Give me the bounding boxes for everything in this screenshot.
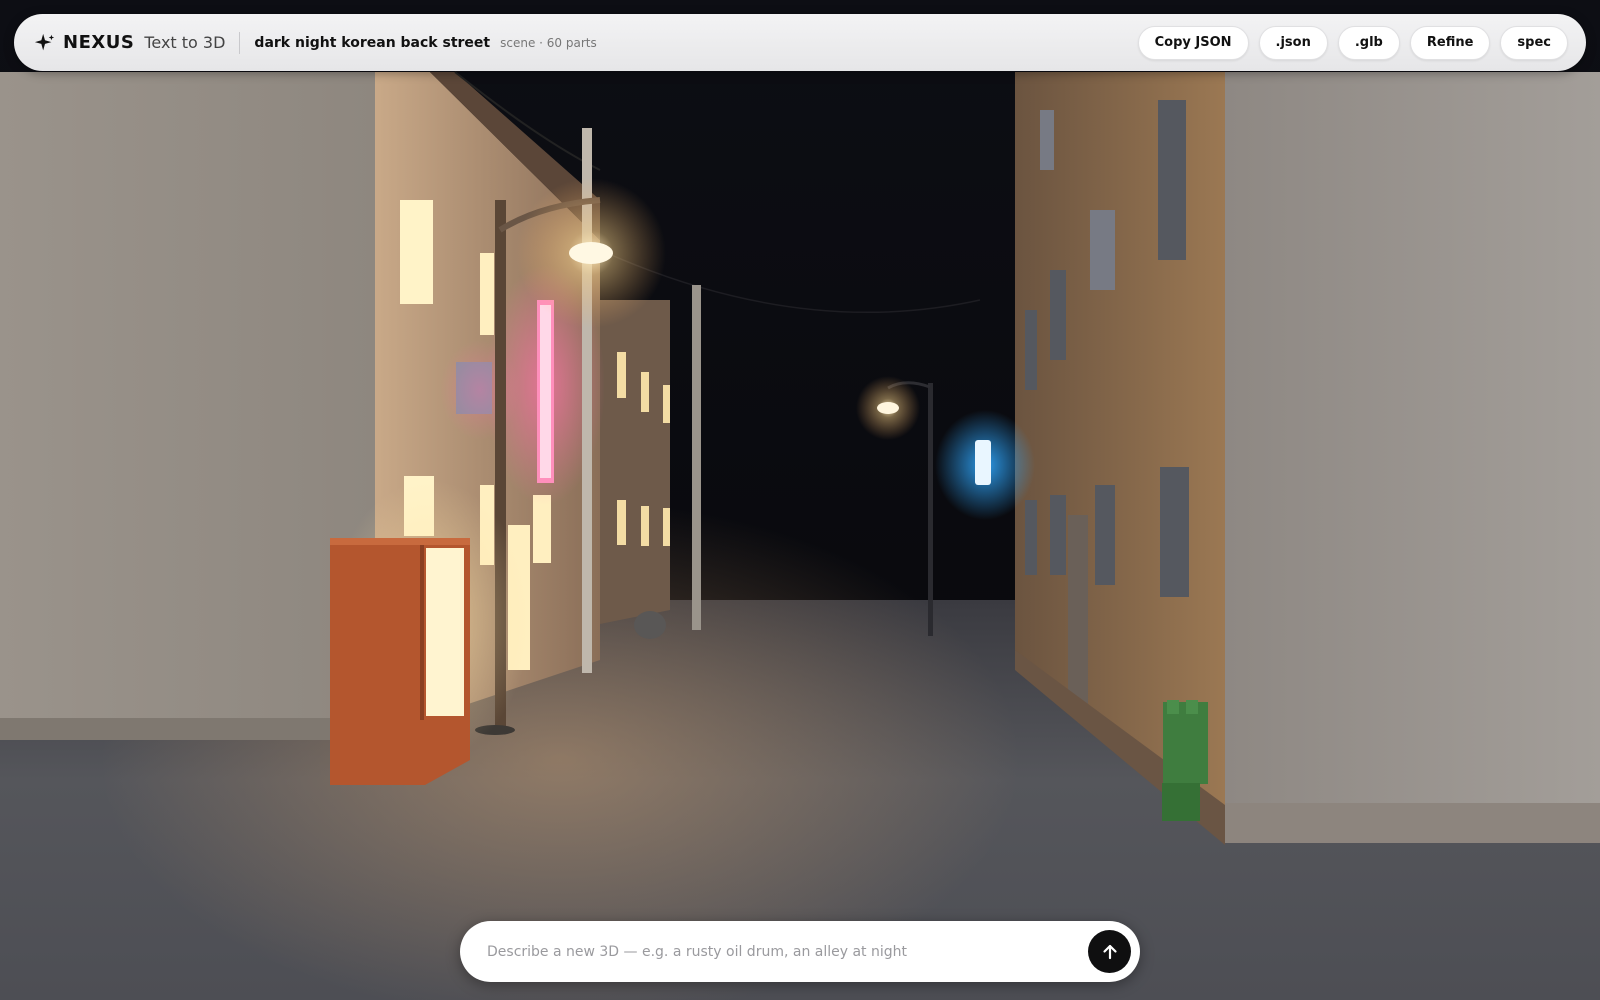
arrow-up-icon xyxy=(1102,944,1117,959)
spec-button[interactable]: spec xyxy=(1500,25,1568,60)
sparkle-icon xyxy=(34,33,55,50)
brand-subtitle: Text to 3D xyxy=(144,33,226,52)
3d-viewport[interactable] xyxy=(0,0,1600,1000)
top-bar: NEXUS Text to 3D dark night korean back … xyxy=(14,14,1586,71)
export-json-button[interactable]: .json xyxy=(1258,25,1328,60)
scene-title: dark night korean back street xyxy=(254,34,491,51)
copy-json-button[interactable]: Copy JSON xyxy=(1137,25,1249,60)
send-button[interactable] xyxy=(1088,930,1131,973)
prompt-bar xyxy=(460,921,1140,982)
export-glb-button[interactable]: .glb xyxy=(1337,25,1400,60)
brand[interactable]: NEXUS Text to 3D xyxy=(32,32,225,54)
scene-meta: scene · 60 parts xyxy=(500,35,597,50)
alley-scene-render xyxy=(0,0,1600,1000)
brand-name: NEXUS xyxy=(63,32,135,53)
prompt-input[interactable] xyxy=(485,942,1088,961)
refine-button[interactable]: Refine xyxy=(1409,25,1491,60)
divider xyxy=(239,31,241,54)
toolbar-actions: Copy JSON .json .glb Refine spec xyxy=(1128,25,1568,60)
